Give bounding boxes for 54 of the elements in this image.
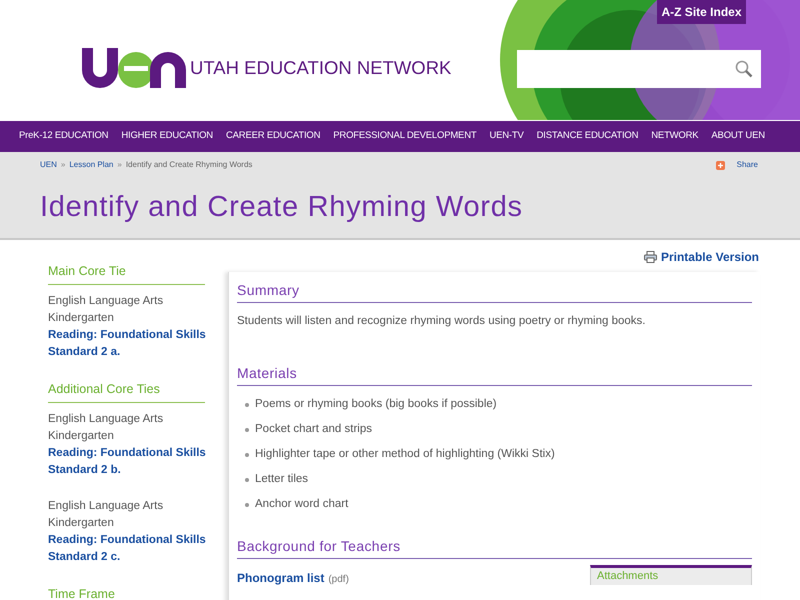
printer-icon[interactable] [644,251,657,263]
bullet-icon [245,428,249,432]
sidebar-heading: Main Core Tie [48,262,205,285]
nav-link[interactable]: UEN-TV [489,129,524,144]
material-item: Highlighter tape or other method of highlighting (Wikki Stix) [255,447,555,462]
current-page-text: Identify and Create Rhyming Words [126,159,252,171]
printable-version-link[interactable]: Printable Version [660,248,759,266]
file-type-note: (pdf) [328,573,349,588]
page-title: Identify and Create Rhyming Words [40,190,524,225]
search-icon[interactable] [735,60,753,78]
standard-link[interactable]: Reading: Foundational Skills [48,326,205,344]
standard-link[interactable]: Reading: Foundational Skills [48,444,205,462]
bullet-icon [245,478,249,482]
section-heading: Background for Teachers [237,537,752,560]
phonogram-link[interactable]: Phonogram list [237,569,324,588]
subject-text: English Language Arts [48,412,164,426]
nav-link[interactable]: PROFESSIONAL DEVELOPMENT [333,129,476,144]
site-title: UTAH EDUCATION NETWORK [190,56,452,80]
section-heading: Summary [237,281,752,303]
share-link[interactable]: Share [736,159,758,171]
material-item: Letter tiles [255,472,308,488]
nav-link[interactable]: PreK-12 EDUCATION [19,129,108,144]
breadcrumb-separator: » [60,159,66,171]
sidebar-heading: Additional Core Ties [48,380,205,402]
sidebar-heading: Time Frame [48,584,205,600]
breadcrumb-separator: » [117,159,122,171]
standard-link[interactable]: Standard 2 a. [48,344,205,361]
nav-link[interactable]: DISTANCE EDUCATION [536,129,638,144]
material-item: Poems or rhyming books (big books if possible) [255,397,497,412]
plus-icon[interactable] [716,160,725,170]
nav-link[interactable]: HIGHER EDUCATION [121,129,213,144]
breadcrumb-link[interactable]: UEN [40,159,57,171]
grade-text: Kindergarten [48,310,115,326]
standard-link[interactable]: Standard 2 c. [48,548,205,566]
search-field[interactable] [517,50,761,88]
grade-text: Kindergarten [48,516,115,530]
grade-text: Kindergarten [48,428,115,444]
section-heading: Materials [237,364,752,386]
nav-link[interactable]: CAREER EDUCATION [226,129,320,144]
subject-text: English Language Arts [48,498,164,514]
bullet-icon [245,502,249,507]
standard-link[interactable]: Reading: Foundational Skills [48,532,205,548]
subject-text: English Language Arts [48,294,164,309]
material-item: Anchor word chart [255,497,348,512]
standard-link[interactable]: Standard 2 b. [48,462,205,478]
bullet-icon [245,402,249,407]
material-item: Pocket chart and strips [255,422,372,438]
breadcrumb-link[interactable]: Lesson Plan [69,159,114,171]
nav-link[interactable]: NETWORK [651,129,698,144]
site-index-link[interactable]: A-Z Site Index [657,0,746,24]
summary-text: Students will listen and recognize rhyming words using poetry or rhyming books. [237,314,646,329]
nav-link[interactable]: ABOUT UEN [711,129,765,144]
attachments-heading: Attachments [597,570,660,584]
bullet-icon [245,452,249,457]
